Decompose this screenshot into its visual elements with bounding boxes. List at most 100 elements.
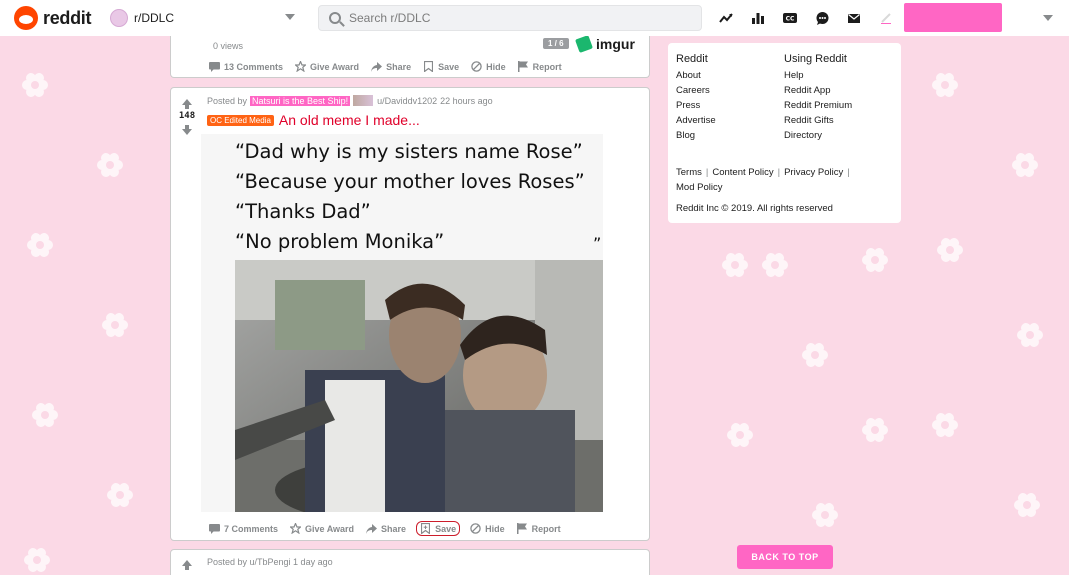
save-label: Save bbox=[438, 61, 460, 72]
hide-label: Hide bbox=[485, 523, 505, 534]
hide-button[interactable]: Hide bbox=[468, 521, 507, 536]
footer-link-careers[interactable]: Careers bbox=[676, 85, 716, 97]
search-input[interactable] bbox=[349, 11, 689, 25]
user-flair-image bbox=[353, 95, 374, 106]
post-title[interactable]: An old meme I made... bbox=[279, 112, 420, 128]
sidebar-footer-card: Reddit About Careers Press Advertise Blo… bbox=[668, 43, 901, 223]
user-menu-chevron-icon[interactable] bbox=[1043, 15, 1053, 21]
footer-column-using-reddit: Using Reddit Help Reddit App Reddit Prem… bbox=[784, 53, 852, 146]
comments-label: 7 Comments bbox=[224, 523, 279, 534]
search-icon bbox=[329, 12, 341, 24]
share-button[interactable]: Share bbox=[369, 59, 413, 74]
footer-link-reddit-app[interactable]: Reddit App bbox=[784, 85, 852, 97]
downvote-arrow-icon[interactable] bbox=[182, 125, 192, 135]
subreddit-icon bbox=[110, 9, 128, 27]
reddit-logo[interactable]: reddit bbox=[14, 6, 92, 30]
chat-icon[interactable] bbox=[808, 8, 836, 28]
meme-line: “Dad why is my sisters name Rose” bbox=[235, 140, 583, 163]
footer-link-blog[interactable]: Blog bbox=[676, 130, 716, 142]
comments-button[interactable]: 13 Comments bbox=[207, 59, 285, 74]
flag-icon bbox=[518, 61, 529, 72]
report-button[interactable]: Report bbox=[515, 521, 563, 536]
gallery-counter: 1 / 6 bbox=[543, 38, 569, 49]
hide-icon bbox=[471, 61, 482, 72]
upvote-arrow-icon[interactable] bbox=[182, 99, 192, 109]
give-award-button[interactable]: Give Award bbox=[288, 521, 356, 536]
legal-links: Terms | Content Policy | Privacy Policy | Mod… bbox=[676, 165, 886, 195]
author-link[interactable]: u/Daviddv1202 bbox=[377, 96, 437, 106]
mail-icon[interactable] bbox=[840, 8, 868, 28]
subreddit-selector[interactable]: r/DDLC bbox=[110, 6, 300, 30]
user-menu-button[interactable] bbox=[904, 3, 1002, 32]
upvote-arrow-icon[interactable] bbox=[182, 560, 192, 570]
report-button[interactable]: Report bbox=[516, 59, 564, 74]
footer-link-content-policy[interactable]: Content Policy bbox=[712, 167, 773, 178]
comments-label: 13 Comments bbox=[224, 61, 284, 72]
pen-icon[interactable] bbox=[872, 8, 900, 28]
separator: | bbox=[777, 167, 781, 178]
posted-by-label: Posted by bbox=[207, 95, 248, 106]
meme-line: “No problem Monika” bbox=[235, 230, 445, 253]
meme-line: “Thanks Dad” bbox=[235, 200, 371, 223]
views-count: 0 views bbox=[213, 41, 244, 51]
hide-button[interactable]: Hide bbox=[469, 59, 508, 74]
report-label: Report bbox=[531, 523, 561, 534]
report-label: Report bbox=[532, 61, 562, 72]
back-to-top-button[interactable]: BACK TO TOP bbox=[737, 545, 833, 569]
post-actions: 13 Comments Give Award Share Save Hide R… bbox=[207, 59, 572, 74]
trending-icon[interactable] bbox=[712, 8, 740, 28]
comments-button[interactable]: 7 Comments bbox=[207, 521, 280, 536]
save-button[interactable]: Save bbox=[421, 59, 461, 74]
footer-link-terms[interactable]: Terms bbox=[676, 167, 702, 178]
bookmark-icon bbox=[423, 61, 434, 72]
save-label: Save bbox=[435, 523, 457, 534]
give-award-label: Give Award bbox=[305, 523, 355, 534]
post-image[interactable]: “Dad why is my sisters name Rose” “Becau… bbox=[201, 134, 603, 512]
footer-link-help[interactable]: Help bbox=[784, 70, 852, 82]
hide-icon bbox=[470, 523, 481, 534]
give-award-label: Give Award bbox=[310, 61, 360, 72]
share-icon bbox=[371, 61, 383, 72]
footer-link-about[interactable]: About bbox=[676, 70, 716, 82]
flag-icon bbox=[517, 523, 528, 534]
award-icon bbox=[295, 61, 307, 72]
award-icon bbox=[290, 523, 302, 534]
post-score: 148 bbox=[178, 111, 196, 121]
stats-icon[interactable] bbox=[744, 8, 772, 28]
svg-text:CC: CC bbox=[786, 16, 795, 23]
imgur-source[interactable]: imgur bbox=[575, 35, 635, 53]
footer-link-press[interactable]: Press bbox=[676, 100, 716, 112]
give-award-button[interactable]: Give Award bbox=[293, 59, 361, 74]
post-time[interactable]: 22 hours ago bbox=[440, 96, 493, 106]
share-button[interactable]: Share bbox=[364, 521, 408, 536]
chevron-down-icon bbox=[285, 14, 295, 20]
hide-label: Hide bbox=[486, 61, 506, 72]
post-card: 0 views 1 / 6 imgur 13 Comments Give Awa… bbox=[170, 33, 650, 78]
footer-link-reddit-premium[interactable]: Reddit Premium bbox=[784, 100, 852, 112]
post-card: Posted by u/TbPengi 1 day ago bbox=[170, 549, 650, 575]
footer-column-title: Reddit bbox=[676, 53, 708, 65]
post-meta: Posted by u/TbPengi 1 day ago bbox=[207, 557, 333, 567]
footer-link-privacy-policy[interactable]: Privacy Policy bbox=[784, 167, 843, 178]
footer-link-advertise[interactable]: Advertise bbox=[676, 115, 716, 127]
share-icon bbox=[366, 523, 378, 534]
footer-link-directory[interactable]: Directory bbox=[784, 130, 852, 142]
copyright-text: Reddit Inc © 2019. All rights reserved bbox=[676, 203, 833, 214]
footer-link-mod-policy[interactable]: Mod Policy bbox=[676, 182, 722, 193]
save-button[interactable]: Save bbox=[416, 521, 461, 536]
footer-link-reddit-gifts[interactable]: Reddit Gifts bbox=[784, 115, 852, 127]
bookmark-icon bbox=[420, 523, 431, 534]
share-label: Share bbox=[386, 61, 412, 72]
post-card: 148 Posted by Natsuri is the Best Ship! … bbox=[170, 87, 650, 541]
separator: | bbox=[847, 167, 850, 178]
search-bar[interactable] bbox=[318, 5, 702, 31]
cc-icon[interactable]: CC bbox=[776, 8, 804, 28]
comment-icon bbox=[209, 523, 220, 534]
footer-column-reddit: Reddit About Careers Press Advertise Blo… bbox=[676, 53, 716, 146]
top-header: reddit r/DDLC CC bbox=[0, 0, 1069, 36]
imgur-icon bbox=[575, 35, 593, 53]
subreddit-name: r/DDLC bbox=[134, 11, 175, 25]
post-flair[interactable]: OC Edited Media bbox=[207, 114, 274, 126]
vote-controls bbox=[177, 560, 197, 570]
post-actions: 7 Comments Give Award Share Save Hide Re… bbox=[207, 521, 571, 536]
